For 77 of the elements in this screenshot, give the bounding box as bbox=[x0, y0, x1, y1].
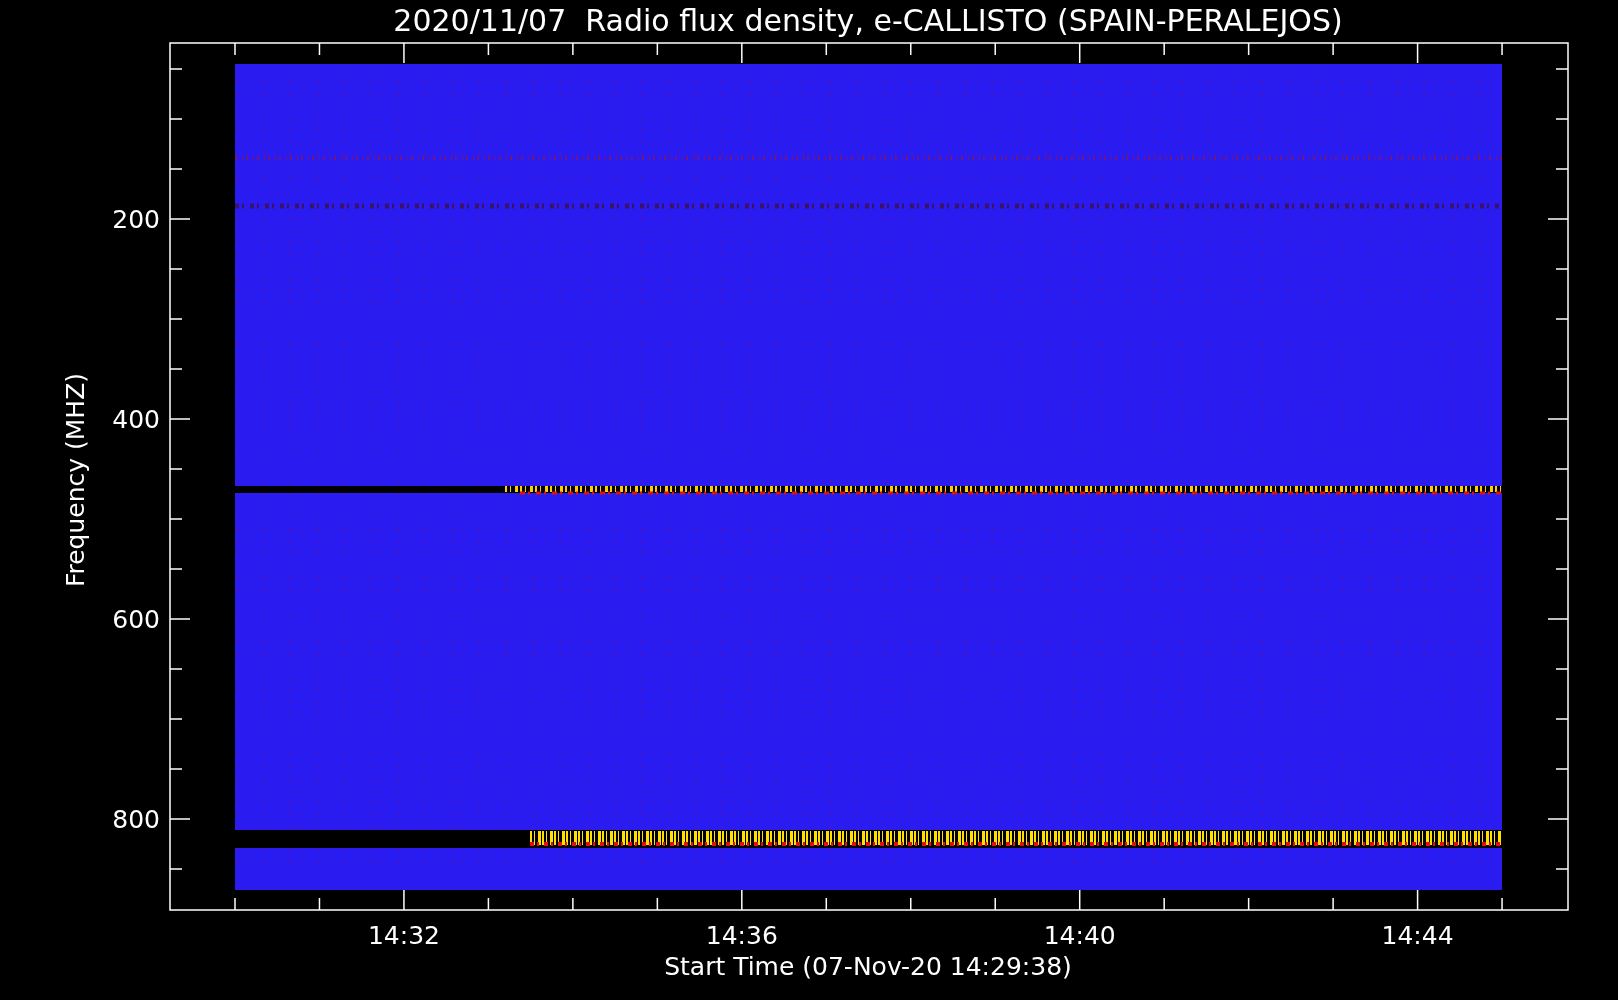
tick-mark bbox=[1163, 897, 1165, 911]
tick-mark bbox=[910, 42, 912, 56]
tick-label: 800 bbox=[112, 805, 160, 834]
tick-mark bbox=[1078, 889, 1081, 911]
tick-label: 600 bbox=[112, 605, 160, 634]
tick-label: 14:32 bbox=[367, 921, 440, 950]
tick-mark bbox=[910, 897, 912, 911]
tick-mark bbox=[1332, 42, 1334, 56]
axis-label: Start Time (07-Nov-20 14:29:38) bbox=[664, 952, 1072, 981]
tick-mark bbox=[1555, 168, 1569, 170]
tick-mark bbox=[1555, 518, 1569, 520]
tick-mark bbox=[169, 668, 183, 670]
tick-mark bbox=[169, 468, 183, 470]
tick-mark bbox=[169, 568, 183, 570]
tick-mark bbox=[169, 318, 183, 320]
plot-title: 2020/11/07 Radio flux density, e-CALLISTO (SPAIN-PERALEJOS) bbox=[393, 3, 1343, 38]
tick-mark bbox=[169, 168, 183, 170]
tick-mark bbox=[1501, 42, 1503, 56]
tick-mark bbox=[1555, 718, 1569, 720]
tick-mark bbox=[169, 518, 183, 520]
tick-mark bbox=[169, 368, 183, 370]
tick-mark bbox=[169, 718, 183, 720]
tick-label: 400 bbox=[112, 405, 160, 434]
tick-mark bbox=[1555, 668, 1569, 670]
tick-mark bbox=[1416, 889, 1419, 911]
tick-label: 14:44 bbox=[1381, 921, 1454, 950]
tick-label: 14:40 bbox=[1043, 921, 1116, 950]
tick-mark bbox=[169, 68, 183, 70]
tick-mark bbox=[656, 42, 659, 56]
tick-mark bbox=[169, 118, 183, 120]
tick-mark bbox=[1555, 868, 1569, 870]
tick-mark bbox=[1555, 468, 1569, 470]
tick-mark bbox=[741, 889, 743, 911]
tick-label: 200 bbox=[112, 205, 160, 234]
tick-mark bbox=[1555, 68, 1569, 70]
tick-mark bbox=[825, 897, 828, 911]
tick-mark bbox=[1547, 218, 1569, 220]
tick-mark bbox=[1547, 818, 1569, 820]
tick-mark bbox=[487, 42, 490, 56]
tick-mark bbox=[1555, 118, 1569, 120]
tick-mark bbox=[234, 897, 236, 911]
tick-mark bbox=[1163, 42, 1165, 56]
tick-mark bbox=[403, 889, 405, 911]
tick-mark bbox=[1416, 42, 1419, 64]
tick-mark bbox=[169, 618, 191, 620]
tick-mark bbox=[994, 897, 996, 911]
tick-mark bbox=[741, 42, 743, 64]
tick-mark bbox=[1247, 897, 1250, 911]
tick-mark bbox=[1332, 897, 1334, 911]
tick-label: 14:36 bbox=[705, 921, 778, 950]
tick-mark bbox=[1555, 368, 1569, 370]
tick-mark bbox=[656, 897, 659, 911]
tick-mark bbox=[825, 42, 828, 56]
tick-mark bbox=[1501, 897, 1503, 911]
tick-mark bbox=[234, 42, 236, 56]
tick-mark bbox=[169, 768, 183, 770]
tick-mark bbox=[169, 268, 183, 270]
tick-mark bbox=[1555, 568, 1569, 570]
tick-mark bbox=[169, 868, 183, 870]
tick-mark bbox=[572, 42, 574, 56]
tick-mark bbox=[1247, 42, 1250, 56]
axis-label: Frequency (MHZ) bbox=[61, 372, 90, 588]
tick-mark bbox=[1547, 618, 1569, 620]
tick-mark bbox=[169, 218, 191, 220]
tick-mark bbox=[994, 42, 996, 56]
tick-mark bbox=[318, 897, 321, 911]
tick-mark bbox=[1547, 418, 1569, 420]
tick-mark bbox=[1555, 268, 1569, 270]
tick-mark bbox=[169, 818, 191, 820]
tick-mark bbox=[572, 897, 574, 911]
tick-mark bbox=[1078, 42, 1081, 64]
tick-mark bbox=[487, 897, 490, 911]
tick-mark bbox=[318, 42, 321, 56]
tick-mark bbox=[403, 42, 405, 64]
tick-mark bbox=[169, 418, 191, 420]
tick-mark bbox=[1555, 768, 1569, 770]
tick-mark bbox=[1555, 318, 1569, 320]
